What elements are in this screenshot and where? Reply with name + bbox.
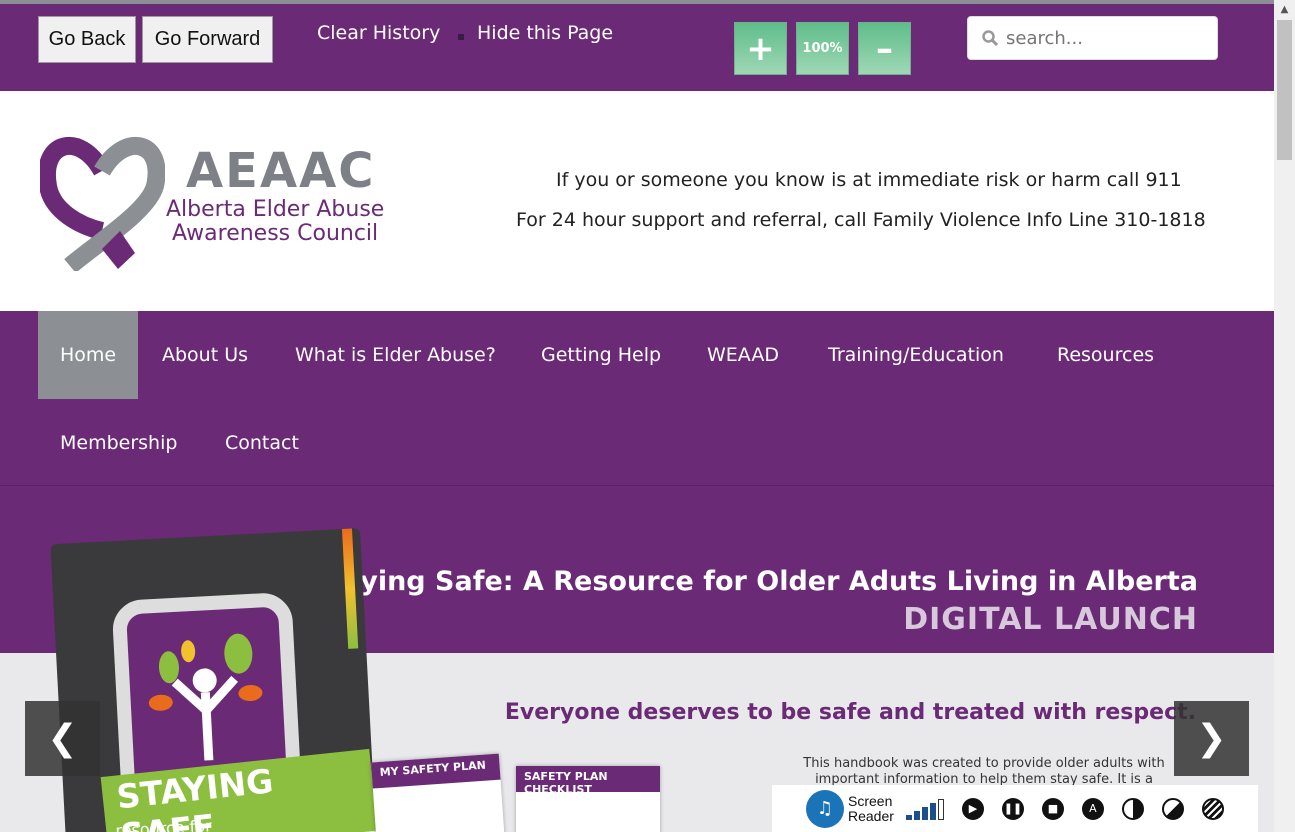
stop-icon[interactable]: ■	[1041, 797, 1064, 820]
grayscale-icon[interactable]	[1201, 797, 1224, 820]
logo-title: AEAAC	[186, 143, 376, 199]
nav-item-getting-help[interactable]: Getting Help	[519, 311, 683, 399]
nav-item-what-is-elder-abuse[interactable]: What is Elder Abuse?	[273, 311, 518, 399]
main-navigation: Home About Us What is Elder Abuse? Getti…	[0, 311, 1274, 486]
top-toolbar: Go Back Go Forward Clear History Hide th…	[0, 0, 1274, 91]
safety-plan-label: MY SAFETY PLAN	[379, 758, 487, 779]
search-icon	[982, 30, 998, 46]
contrast-icon[interactable]	[1121, 797, 1144, 820]
logo-subtitle-line2: Awareness Council	[172, 221, 379, 246]
slider-next-button[interactable]: ❯	[1174, 701, 1249, 776]
nav-item-resources[interactable]: Resources	[1035, 311, 1176, 399]
vertical-scrollbar[interactable]: ▲	[1274, 0, 1295, 832]
slide-subtitle: DIGITAL LAUNCH	[903, 602, 1198, 637]
safety-checklist-sheet-image: SAFETY PLAN CHECKLIST	[516, 766, 660, 832]
go-back-button[interactable]: Go Back	[38, 16, 136, 63]
safety-checklist-label: SAFETY PLAN CHECKLIST	[524, 770, 608, 796]
screen-reader-label: Screen Reader	[848, 792, 894, 824]
safety-plan-sheet-image: MY SAFETY PLAN	[371, 753, 505, 832]
nav-item-about-us[interactable]: About Us	[140, 311, 270, 399]
zoom-out-button[interactable]: –	[858, 22, 911, 75]
nav-item-training-education[interactable]: Training/Education	[806, 311, 1026, 399]
search-input[interactable]	[1006, 27, 1206, 49]
nav-item-weaad[interactable]: WEAAD	[685, 311, 801, 399]
volume-level-icon[interactable]	[905, 798, 944, 820]
slider-prev-button[interactable]: ❮	[25, 701, 100, 776]
logo-subtitle-line1: Alberta Elder Abuse	[166, 197, 385, 222]
slide-title: Staying Safe: A Resource for Older Aduts…	[310, 566, 1198, 597]
font-size-icon[interactable]: A	[1081, 797, 1104, 820]
support-line-notice: For 24 hour support and referral, call F…	[516, 209, 1206, 231]
site-header: AEAAC Alberta Elder Abuse Awareness Coun…	[0, 91, 1274, 311]
emergency-notice: If you or someone you know is at immedia…	[556, 169, 1182, 191]
nav-item-home[interactable]: Home	[38, 311, 139, 399]
zoom-reset-button[interactable]: 100%	[796, 22, 849, 75]
heart-ribbon-logo-icon[interactable]	[40, 131, 165, 271]
ear-icon[interactable]: ♫	[806, 789, 844, 828]
scrollbar-thumb[interactable]	[1277, 20, 1292, 160]
book-color-stripe	[341, 528, 359, 649]
screen-reader-label-line2: Reader	[848, 807, 894, 824]
nav-item-contact[interactable]: Contact	[203, 399, 321, 487]
screen-reader-label-line1: Screen	[848, 792, 893, 809]
hide-page-link[interactable]: Hide this Page	[477, 22, 613, 44]
clear-history-link[interactable]: Clear History	[317, 22, 440, 44]
invert-colors-icon[interactable]	[1161, 797, 1184, 820]
nav-item-membership[interactable]: Membership	[38, 399, 199, 487]
screen-reader-widget: ♫ Screen Reader ▶ ❚❚ ■ A	[772, 785, 1258, 832]
slide-tagline: Everyone deserves to be safe and treated…	[504, 700, 1196, 725]
search-box	[967, 16, 1218, 60]
pause-icon[interactable]: ❚❚	[1001, 797, 1024, 820]
scroll-up-arrow-icon[interactable]: ▲	[1274, 0, 1295, 18]
handbook-cover-image: STAYING SAFE resource for	[50, 528, 378, 832]
separator-dot	[458, 34, 464, 40]
go-forward-button[interactable]: Go Forward	[142, 16, 273, 63]
hero-slider: Staying Safe: A Resource for Older Aduts…	[0, 486, 1274, 832]
play-icon[interactable]: ▶	[961, 797, 984, 820]
zoom-in-button[interactable]: +	[734, 22, 787, 75]
